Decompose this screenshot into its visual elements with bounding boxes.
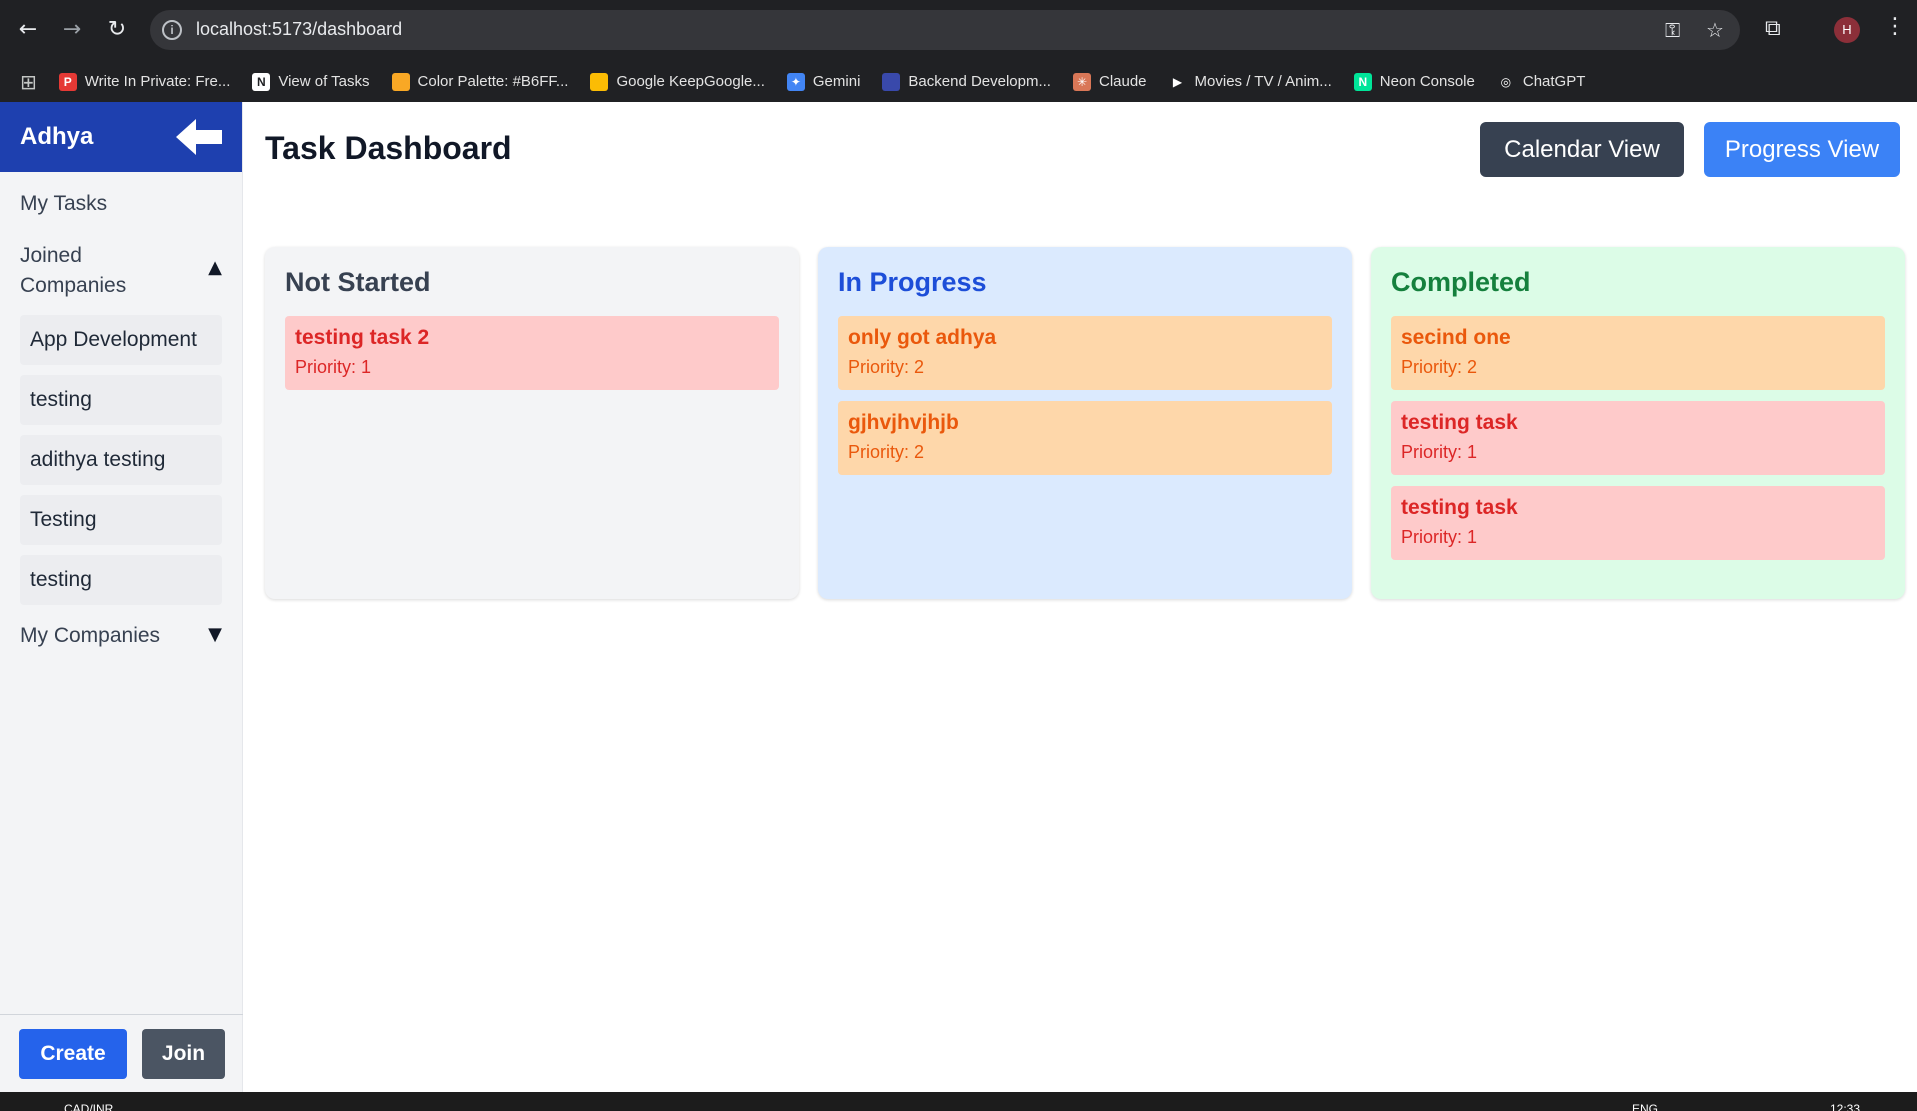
sidebar-item-company[interactable]: Testing [20, 495, 222, 545]
profile-avatar[interactable]: H [1834, 17, 1860, 43]
bookmark-item[interactable]: Backend Developm... [882, 72, 1051, 91]
task-priority: Priority: 1 [295, 357, 372, 377]
password-key-icon[interactable]: ⚿ [1665, 18, 1680, 42]
task-priority: Priority: 2 [848, 442, 925, 462]
play-icon: ▶ [1168, 72, 1187, 91]
bookmark-label: Color Palette: #B6FF... [417, 73, 569, 90]
task-card[interactable]: testing task Priority: 1 [1391, 401, 1885, 475]
page-title: Task Dashboard [265, 130, 512, 166]
task-card[interactable]: secind one Priority: 2 [1391, 316, 1885, 390]
notion-icon: N [252, 72, 271, 91]
site-info-icon[interactable]: i [162, 20, 182, 40]
bookmark-label: Neon Console [1379, 73, 1475, 90]
gemini-icon: ✦ [786, 72, 805, 91]
task-priority: Priority: 1 [1401, 442, 1478, 462]
clock-text[interactable]: 12:33 [1830, 1102, 1860, 1111]
join-button[interactable]: Join [142, 1029, 225, 1079]
task-name: testing task 2 [295, 326, 430, 349]
bookmark-label: Gemini [812, 73, 861, 90]
task-card[interactable]: testing task Priority: 1 [1391, 486, 1885, 560]
reload-icon[interactable]: ↻ [101, 14, 133, 46]
language-indicator[interactable]: ENG [1632, 1102, 1658, 1111]
claude-icon: ✳ [1072, 72, 1091, 91]
task-priority: Priority: 2 [848, 357, 925, 377]
forward-icon[interactable]: → [56, 14, 88, 46]
column-completed: Completed secind one Priority: 2 testing ta… [1371, 247, 1905, 599]
expand-triangle-icon: ▼ [208, 624, 222, 645]
browser-chrome: ← → ↻ i localhost:5173/dashboard ⚿ ☆ ⧉ H… [0, 0, 1917, 102]
bookmark-label: View of Tasks [278, 73, 370, 90]
browser-toolbar: ← → ↻ i localhost:5173/dashboard ⚿ ☆ ⧉ H… [0, 0, 1917, 61]
joined-companies-list: App Development testing adithya testing Tes… [0, 315, 242, 605]
bookmark-label: Write In Private: Fre... [84, 73, 231, 90]
apps-grid-icon[interactable]: ⊞ [20, 70, 37, 94]
private-write-icon: P [58, 72, 77, 91]
progress-view-button[interactable]: Progress View [1704, 122, 1900, 177]
browser-menu-icon[interactable]: ⋮ [1884, 14, 1906, 39]
backend-icon [882, 72, 901, 91]
extensions-icon[interactable]: ⧉ [1765, 16, 1781, 41]
address-bar[interactable]: i localhost:5173/dashboard ⚿ ☆ [150, 10, 1740, 50]
task-name: only got adhya [848, 326, 997, 349]
bookmark-item[interactable]: Google KeepGoogle... [590, 72, 765, 91]
bookmark-label: Movies / TV / Anim... [1194, 73, 1332, 90]
palette-icon [391, 72, 410, 91]
sidebar-title: Adhya [20, 123, 94, 150]
task-card[interactable]: gjhvjhvjhjb Priority: 2 [838, 401, 1332, 475]
task-card[interactable]: testing task 2 Priority: 1 [285, 316, 779, 390]
keep-icon [590, 72, 609, 91]
bookmark-label: Google KeepGoogle... [616, 73, 765, 90]
bookmark-item[interactable]: Color Palette: #B6FF... [391, 72, 569, 91]
main-content: Task Dashboard Calendar View Progress Vi… [243, 102, 1917, 1092]
sidebar-item-company[interactable]: testing [20, 375, 222, 425]
chatgpt-icon: ◎ [1496, 72, 1515, 91]
sidebar-item-company[interactable]: adithya testing [20, 435, 222, 485]
column-title: Not Started [285, 267, 431, 297]
ticker-text[interactable]: CAD/INR [64, 1102, 113, 1111]
task-priority: Priority: 1 [1401, 527, 1478, 547]
column-in-progress: In Progress only got adhya Priority: 2 gjhv… [818, 247, 1352, 599]
sidebar-item-company[interactable]: testing [20, 555, 222, 605]
sidebar-footer: Create Join [0, 1014, 243, 1092]
joined-companies-toggle[interactable]: Joined Companies ▲ [0, 241, 242, 303]
collapse-triangle-icon: ▲ [208, 257, 222, 278]
task-name: testing task [1401, 411, 1518, 434]
bookmark-item[interactable]: P Write In Private: Fre... [58, 72, 231, 91]
task-name: testing task [1401, 496, 1518, 519]
create-button[interactable]: Create [19, 1029, 127, 1079]
task-name: gjhvjhvjhjb [848, 411, 959, 434]
bookmark-star-icon[interactable]: ☆ [1706, 18, 1724, 42]
sidebar-item-company[interactable]: App Development [20, 315, 222, 365]
bookmark-item[interactable]: ▶ Movies / TV / Anim... [1168, 72, 1332, 91]
bookmark-item[interactable]: N Neon Console [1353, 72, 1475, 91]
task-priority: Priority: 2 [1401, 357, 1478, 377]
bookmark-item[interactable]: N View of Tasks [252, 72, 370, 91]
bookmark-item[interactable]: ◎ ChatGPT [1496, 72, 1586, 91]
my-companies-label: My Companies [20, 624, 161, 647]
task-name: secind one [1401, 326, 1511, 349]
joined-companies-label: Joined Companies [20, 244, 127, 297]
bookmarks-bar: ⊞ P Write In Private: Fre... N View of Task… [0, 61, 1917, 102]
back-arrow-icon[interactable] [176, 119, 222, 155]
sidebar-header: Adhya [0, 102, 242, 172]
column-title: Completed [1391, 267, 1531, 297]
calendar-view-button[interactable]: Calendar View [1480, 122, 1684, 177]
sidebar: Adhya My Tasks Joined Companies ▲ App De… [0, 102, 243, 1092]
task-card[interactable]: only got adhya Priority: 2 [838, 316, 1332, 390]
bookmark-label: Backend Developm... [908, 73, 1051, 90]
column-title: In Progress [838, 267, 987, 297]
bookmark-item[interactable]: ✦ Gemini [786, 72, 861, 91]
os-taskbar: CAD/INR ENG 12:33 [0, 1092, 1917, 1111]
url-text[interactable]: localhost:5173/dashboard [196, 19, 402, 40]
back-icon[interactable]: ← [12, 14, 44, 46]
bookmark-item[interactable]: ✳ Claude [1072, 72, 1147, 91]
sidebar-item-my-tasks[interactable]: My Tasks [0, 192, 242, 222]
bookmark-label: Claude [1098, 73, 1147, 90]
bookmark-label: ChatGPT [1522, 73, 1586, 90]
column-not-started: Not Started testing task 2 Priority: 1 [265, 247, 799, 599]
neon-icon: N [1353, 72, 1372, 91]
my-companies-toggle[interactable]: My Companies ▼ [0, 621, 242, 651]
